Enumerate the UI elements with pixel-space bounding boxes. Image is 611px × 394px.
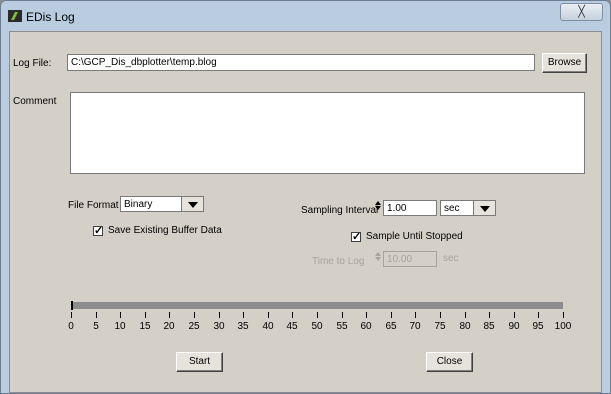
scale-tick-label: 70 <box>409 321 421 332</box>
time-to-log-input: 10.00 <box>383 251 437 267</box>
scale-tick-label: 80 <box>459 321 471 332</box>
spin-up-icon <box>375 252 381 256</box>
close-button[interactable]: Close <box>426 352 473 372</box>
file-format-value: Binary <box>124 199 153 210</box>
scale-tick-label: 50 <box>311 321 323 332</box>
file-format-label: File Format <box>68 200 119 211</box>
time-to-log-unit-select: sec <box>440 251 496 267</box>
scale-tick <box>169 312 170 318</box>
scale-tick-label: 20 <box>163 321 175 332</box>
spin-down-icon <box>375 257 381 261</box>
chevron-down-icon <box>181 197 203 211</box>
scale-tick-label: 35 <box>237 321 249 332</box>
scale-tick-label: 45 <box>286 321 298 332</box>
file-format-select[interactable]: Binary <box>120 196 204 212</box>
scale-tick <box>120 312 121 318</box>
sampling-interval-unit-select[interactable]: sec <box>440 200 496 216</box>
browse-button[interactable]: Browse <box>542 53 587 73</box>
scale-tick <box>440 312 441 318</box>
scale-tick-label: 40 <box>262 321 274 332</box>
scale-tick <box>489 312 490 318</box>
log-file-label: Log File: <box>13 58 52 69</box>
scale-tick <box>538 312 539 318</box>
chevron-down-icon <box>473 201 495 215</box>
time-to-log-label: Time to Log <box>312 256 365 267</box>
scale-tick <box>317 312 318 318</box>
close-icon: ╳ <box>578 6 585 18</box>
scale-tick <box>268 312 269 318</box>
scale-tick-label: 95 <box>532 321 544 332</box>
scale-tick <box>243 312 244 318</box>
scale-tick-label: 65 <box>385 321 397 332</box>
time-to-log-spinner <box>374 251 383 262</box>
scale-tick-label: 100 <box>554 321 572 332</box>
scale-tick <box>563 312 564 318</box>
scale-tick-label: 90 <box>508 321 520 332</box>
scale-tick <box>391 312 392 318</box>
time-to-log-unit-value: sec <box>443 253 459 264</box>
scale-tick-label: 85 <box>483 321 495 332</box>
scale-tick <box>292 312 293 318</box>
scale-tick <box>465 312 466 318</box>
scale-tick-label: 60 <box>360 321 372 332</box>
client-area: Log File: C:\GCP_Dis_dbplotter\temp.blog… <box>9 31 602 393</box>
scale-tick-label: 15 <box>139 321 151 332</box>
sampling-interval-input[interactable]: 1.00 <box>383 200 437 216</box>
save-existing-checkbox[interactable] <box>93 224 103 237</box>
scale-tick <box>415 312 416 318</box>
app-icon <box>8 10 22 22</box>
comment-textarea[interactable] <box>70 92 585 174</box>
scale-tick-label: 30 <box>213 321 225 332</box>
scale-tick-label: 10 <box>114 321 126 332</box>
scale-tick <box>71 312 72 318</box>
scale-tick <box>194 312 195 318</box>
scale-tick-label: 25 <box>188 321 200 332</box>
title-bar[interactable]: EDis Log ╳ <box>1 1 610 31</box>
sample-until-stopped-label: Sample Until Stopped <box>366 231 463 242</box>
scale-tick <box>342 312 343 318</box>
log-file-input[interactable]: C:\GCP_Dis_dbplotter\temp.blog <box>67 54 535 71</box>
scale-tick <box>145 312 146 318</box>
scale-tick-label: 75 <box>434 321 446 332</box>
scale-tick <box>96 312 97 318</box>
scale-tick-label: 55 <box>336 321 348 332</box>
spin-down-icon <box>375 206 381 210</box>
progress-marker <box>71 301 73 310</box>
sampling-interval-spinner[interactable] <box>374 200 383 211</box>
sampling-interval-unit-value: sec <box>444 203 460 214</box>
progress-bar <box>71 301 563 310</box>
scale-tick <box>514 312 515 318</box>
window-title: EDis Log <box>26 10 75 24</box>
save-existing-label: Save Existing Buffer Data <box>108 225 222 236</box>
start-button[interactable]: Start <box>176 352 223 372</box>
edis-log-window: EDis Log ╳ Log File: C:\GCP_Dis_dbplotte… <box>0 0 611 394</box>
scale-tick-label: 5 <box>93 321 99 332</box>
window-close-button[interactable]: ╳ <box>560 3 603 21</box>
spin-up-icon <box>375 201 381 205</box>
scale-tick <box>366 312 367 318</box>
sample-until-stopped-checkbox[interactable] <box>351 230 361 243</box>
sampling-interval-label: Sampling Interval <box>301 205 379 216</box>
scale-tick-label: 0 <box>68 321 74 332</box>
scale-tick <box>219 312 220 318</box>
comment-label: Comment <box>13 96 57 107</box>
